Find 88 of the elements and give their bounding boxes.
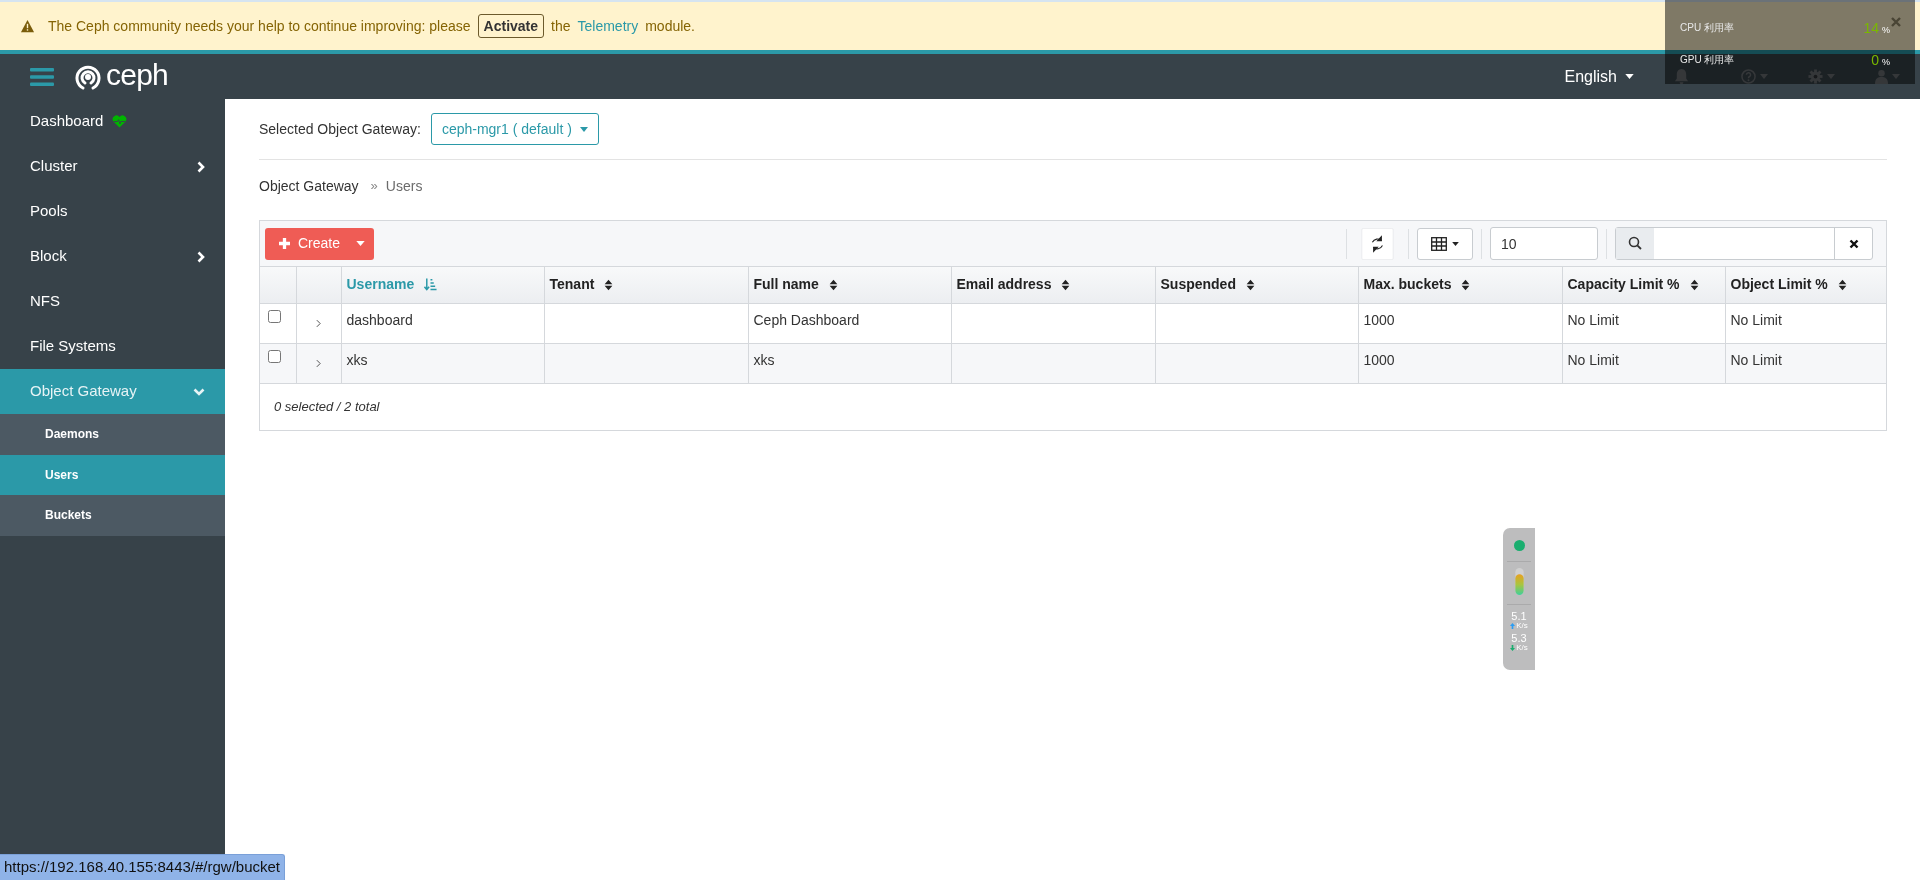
column-header[interactable]: Full name	[753, 274, 946, 296]
selection-summary: 0 selected / 2 total	[274, 397, 380, 416]
brand-name: ceph	[106, 59, 169, 93]
memory-gauge-icon	[1514, 568, 1524, 595]
sidebar-subitem[interactable]: Daemons	[0, 414, 225, 455]
table-cell: No Limit	[1567, 351, 1619, 368]
rate-value: 5.1	[1511, 611, 1527, 622]
sort-icon	[1461, 278, 1471, 291]
table-grid-icon	[1431, 236, 1447, 251]
caret-icon[interactable]	[356, 241, 366, 246]
sort-ascending-icon	[424, 278, 438, 292]
column-header[interactable]: Max. buckets	[1363, 274, 1557, 296]
sidebar-item[interactable]: Pools	[0, 189, 225, 234]
upload-arrow-icon	[1510, 623, 1516, 629]
column-header[interactable]: Tenant	[549, 274, 743, 296]
metric-label: CPU 利用率	[1680, 21, 1734, 35]
table-cell: Ceph Dashboard	[753, 311, 860, 328]
search-icon	[1616, 228, 1654, 259]
metric-value: 0	[1871, 53, 1879, 67]
settings-icon	[1808, 69, 1823, 84]
health-heart-icon	[112, 115, 128, 128]
expand-row-icon[interactable]	[316, 319, 321, 329]
banner-text: The Ceph community needs your help to continue improving: please	[48, 16, 471, 36]
metric-unit: %	[1882, 26, 1890, 35]
column-header[interactable]: Object Limit %	[1730, 274, 1881, 296]
table-cell: No Limit	[1730, 351, 1782, 368]
breadcrumb-separator: »	[370, 177, 378, 196]
table-cell: 1000	[1363, 351, 1395, 368]
sort-icon	[604, 278, 614, 291]
caret-icon	[1760, 74, 1768, 79]
column-header[interactable]: Capacity Limit %	[1567, 274, 1720, 296]
sort-icon	[1061, 278, 1071, 291]
rate-unit: K/s	[1516, 622, 1528, 630]
sort-icon	[1245, 278, 1255, 291]
field-label: Selected Object Gateway:	[259, 119, 421, 139]
sidebar-item[interactable]: Cluster	[0, 144, 225, 189]
row-checkbox[interactable]	[268, 349, 281, 363]
columns-button[interactable]	[1417, 227, 1473, 260]
banner-text: module.	[645, 16, 695, 36]
menu-icon[interactable]	[30, 66, 54, 87]
sidebar-item[interactable]: NFS	[0, 279, 225, 324]
caret-icon	[1827, 74, 1835, 79]
caret-icon	[1625, 74, 1634, 79]
table-cell: xks	[346, 351, 368, 368]
caret-icon	[1892, 74, 1900, 79]
column-header[interactable]: Email address	[956, 274, 1150, 296]
metric-unit: %	[1882, 58, 1890, 67]
status-url: https://192.168.40.155:8443/#/rgw/bucket	[0, 854, 286, 880]
table-cell: No Limit	[1567, 311, 1619, 328]
metric-value: 14	[1863, 21, 1879, 35]
rate-value: 5.3	[1511, 633, 1527, 644]
gateway-dropdown[interactable]: ceph-mgr1 ( default )	[430, 113, 599, 145]
download-arrow-icon	[1510, 645, 1516, 651]
sort-icon	[1689, 278, 1699, 291]
banner-text: the	[551, 16, 571, 36]
chevron-down-icon	[193, 387, 205, 396]
breadcrumb-link[interactable]: Object Gateway	[259, 175, 359, 197]
caret-icon	[1452, 241, 1459, 246]
metric-label: GPU 利用率	[1680, 53, 1735, 67]
warning-icon	[20, 19, 35, 33]
language-dropdown[interactable]: English	[1564, 64, 1634, 89]
chevron-right-icon	[197, 160, 205, 173]
sidebar-item[interactable]: Block	[0, 234, 225, 279]
table-cell: No Limit	[1730, 311, 1782, 328]
breadcrumb-current: Users	[385, 176, 423, 196]
expand-row-icon[interactable]	[316, 359, 321, 369]
caret-icon	[579, 126, 588, 132]
search-field[interactable]	[1615, 227, 1873, 260]
column-header[interactable]: Suspended	[1160, 274, 1353, 296]
table-cell: dashboard	[346, 311, 413, 328]
notification-bell-icon[interactable]	[1674, 68, 1689, 85]
sidebar-item[interactable]: Dashboard	[0, 99, 225, 144]
activate-button[interactable]: Activate	[477, 14, 545, 38]
rate-unit: K/s	[1516, 644, 1528, 652]
chevron-right-icon	[197, 250, 205, 263]
table-cell: xks	[753, 351, 775, 368]
sort-icon	[1837, 278, 1847, 291]
sort-icon	[828, 278, 838, 291]
row-checkbox[interactable]	[268, 309, 281, 323]
sidebar-item[interactable]: File Systems	[0, 324, 225, 369]
page-size-field[interactable]: 10	[1490, 227, 1598, 260]
plus-icon	[279, 238, 290, 249]
user-icon	[1875, 69, 1888, 84]
sidebar-subitem[interactable]: Buckets	[0, 495, 225, 536]
table-cell: 1000	[1363, 311, 1395, 328]
close-icon[interactable]	[1848, 238, 1859, 249]
help-icon	[1741, 69, 1756, 84]
status-dot-icon	[1513, 540, 1525, 551]
